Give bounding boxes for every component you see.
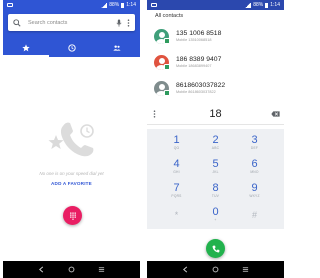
- key-letters: PQRS: [171, 194, 182, 198]
- system-navigation-bar: [3, 261, 140, 278]
- key-digit: 5: [212, 158, 219, 170]
- key-3[interactable]: 3 DEF: [235, 131, 274, 155]
- dialer-dialpad-screen: 88% 1:14 All contacts 135 1006 8518 Mobi…: [147, 0, 284, 278]
- contact-suggestion-list: 135 1006 8518 Mobile 13510068518 186 838…: [147, 23, 284, 103]
- key-hash[interactable]: #: [235, 203, 274, 227]
- add-favorite-link[interactable]: ADD A FAVORITE: [3, 181, 140, 186]
- contact-subtitle: Mobile 8618603037822: [176, 89, 216, 94]
- search-input[interactable]: Search contacts: [28, 20, 116, 26]
- open-dialpad-button[interactable]: [63, 206, 82, 225]
- key-4[interactable]: 4 GHI: [157, 155, 196, 179]
- key-7[interactable]: 7 PQRS: [157, 179, 196, 203]
- empty-speed-dial-illustration: [48, 122, 94, 157]
- key-9[interactable]: 9 WXYZ: [235, 179, 274, 203]
- dialed-number: 18: [209, 107, 222, 120]
- key-digit: 9: [251, 182, 258, 194]
- battery-icon: [121, 2, 125, 8]
- contact-subtitle: Mobile 13510068518: [176, 37, 212, 42]
- key-letters: QΩ: [173, 146, 180, 150]
- key-letters: ABC: [211, 146, 220, 150]
- battery-level: 88%: [253, 2, 264, 8]
- key-symbol: *: [174, 210, 179, 220]
- contact-badge-icon: [164, 64, 170, 70]
- home-icon[interactable]: [68, 266, 75, 273]
- key-digit: 3: [251, 134, 258, 146]
- key-letters: DEF: [250, 146, 259, 150]
- contact-number: 186 8389 9407: [176, 55, 222, 63]
- list-item[interactable]: 135 1006 8518 Mobile 13510068518: [147, 23, 284, 49]
- clock-time: 1:14: [270, 2, 280, 8]
- key-letters: MNO: [250, 170, 259, 174]
- dialpad-icon: [69, 211, 76, 220]
- key-symbol: #: [251, 210, 257, 220]
- clock-time: 1:14: [126, 2, 136, 8]
- key-1[interactable]: 1 QΩ: [157, 131, 196, 155]
- back-icon[interactable]: [182, 266, 189, 273]
- contact-badge-icon: [164, 90, 170, 96]
- key-digit: 2: [212, 134, 219, 146]
- search-icon: [13, 18, 21, 27]
- star-icon: [22, 44, 30, 52]
- key-digit: 4: [173, 158, 180, 170]
- key-letters: TUV: [211, 194, 220, 198]
- dialpad: 18 1 QΩ 2 ABC 3 DEF 4 GHI 5 JKL 6 MNO 7 …: [147, 103, 284, 261]
- status-bar: 88% 1:14: [3, 0, 140, 10]
- system-navigation-bar: [147, 261, 284, 278]
- recents-icon[interactable]: [98, 266, 105, 273]
- tab-speed-dial[interactable]: [3, 39, 49, 57]
- key-star[interactable]: *: [157, 203, 196, 227]
- list-item[interactable]: 8618603037822 Mobile 8618603037822: [147, 75, 284, 101]
- dialed-number-field[interactable]: 18: [147, 103, 284, 125]
- key-8[interactable]: 8 TUV: [196, 179, 235, 203]
- key-digit: 1: [173, 134, 180, 146]
- battery-level: 88%: [109, 2, 120, 8]
- signal-icon: [101, 2, 108, 8]
- key-0[interactable]: 0 +: [196, 203, 235, 227]
- key-6[interactable]: 6 MNO: [235, 155, 274, 179]
- speed-dial-panel: No one is on your speed dial yet ADD A F…: [3, 57, 140, 261]
- key-digit: 0: [212, 206, 219, 218]
- tab-recents[interactable]: [49, 39, 95, 57]
- app-header: Search contacts: [3, 10, 140, 57]
- status-bar: 88% 1:14: [147, 0, 284, 10]
- tab-bar: [3, 39, 140, 57]
- key-digit: 7: [173, 182, 180, 194]
- signal-icon: [245, 2, 252, 8]
- key-digit: 8: [212, 182, 219, 194]
- empty-state-message: No one is on your speed dial yet: [39, 171, 104, 176]
- recents-icon[interactable]: [242, 266, 249, 273]
- contacts-section-header: All contacts: [147, 10, 284, 23]
- overflow-menu-icon[interactable]: [127, 18, 130, 27]
- phone-icon: [212, 245, 219, 252]
- tab-contacts[interactable]: [94, 39, 140, 57]
- dialer-favorites-screen: 88% 1:14 Search contacts No one is on yo…: [3, 0, 140, 278]
- key-5[interactable]: 5 JKL: [196, 155, 235, 179]
- key-digit: 6: [251, 158, 258, 170]
- battery-icon: [265, 2, 269, 8]
- microphone-icon[interactable]: [116, 19, 122, 27]
- list-item[interactable]: 186 8389 9407 Mobile 18683899407: [147, 49, 284, 75]
- key-2[interactable]: 2 ABC: [196, 131, 235, 155]
- notification-image-icon: [151, 3, 157, 7]
- contacts-icon: [113, 45, 121, 51]
- clock-icon: [67, 44, 76, 52]
- home-icon[interactable]: [212, 266, 219, 273]
- back-icon[interactable]: [38, 266, 45, 273]
- keypad-grid: 1 QΩ 2 ABC 3 DEF 4 GHI 5 JKL 6 MNO 7 PQR…: [147, 129, 284, 229]
- backspace-icon[interactable]: [271, 111, 280, 117]
- search-bar[interactable]: Search contacts: [8, 14, 135, 31]
- key-letters: +: [214, 218, 217, 222]
- contact-number: 135 1006 8518: [176, 29, 222, 37]
- overflow-menu-icon[interactable]: [153, 110, 156, 118]
- call-button[interactable]: [206, 239, 225, 258]
- key-letters: WXYZ: [249, 194, 260, 198]
- contact-number: 8618603037822: [176, 81, 226, 89]
- notification-image-icon: [7, 3, 13, 7]
- contact-badge-icon: [164, 38, 170, 44]
- key-letters: GHI: [173, 170, 180, 174]
- key-letters: JKL: [212, 170, 219, 174]
- contact-subtitle: Mobile 18683899407: [176, 63, 212, 68]
